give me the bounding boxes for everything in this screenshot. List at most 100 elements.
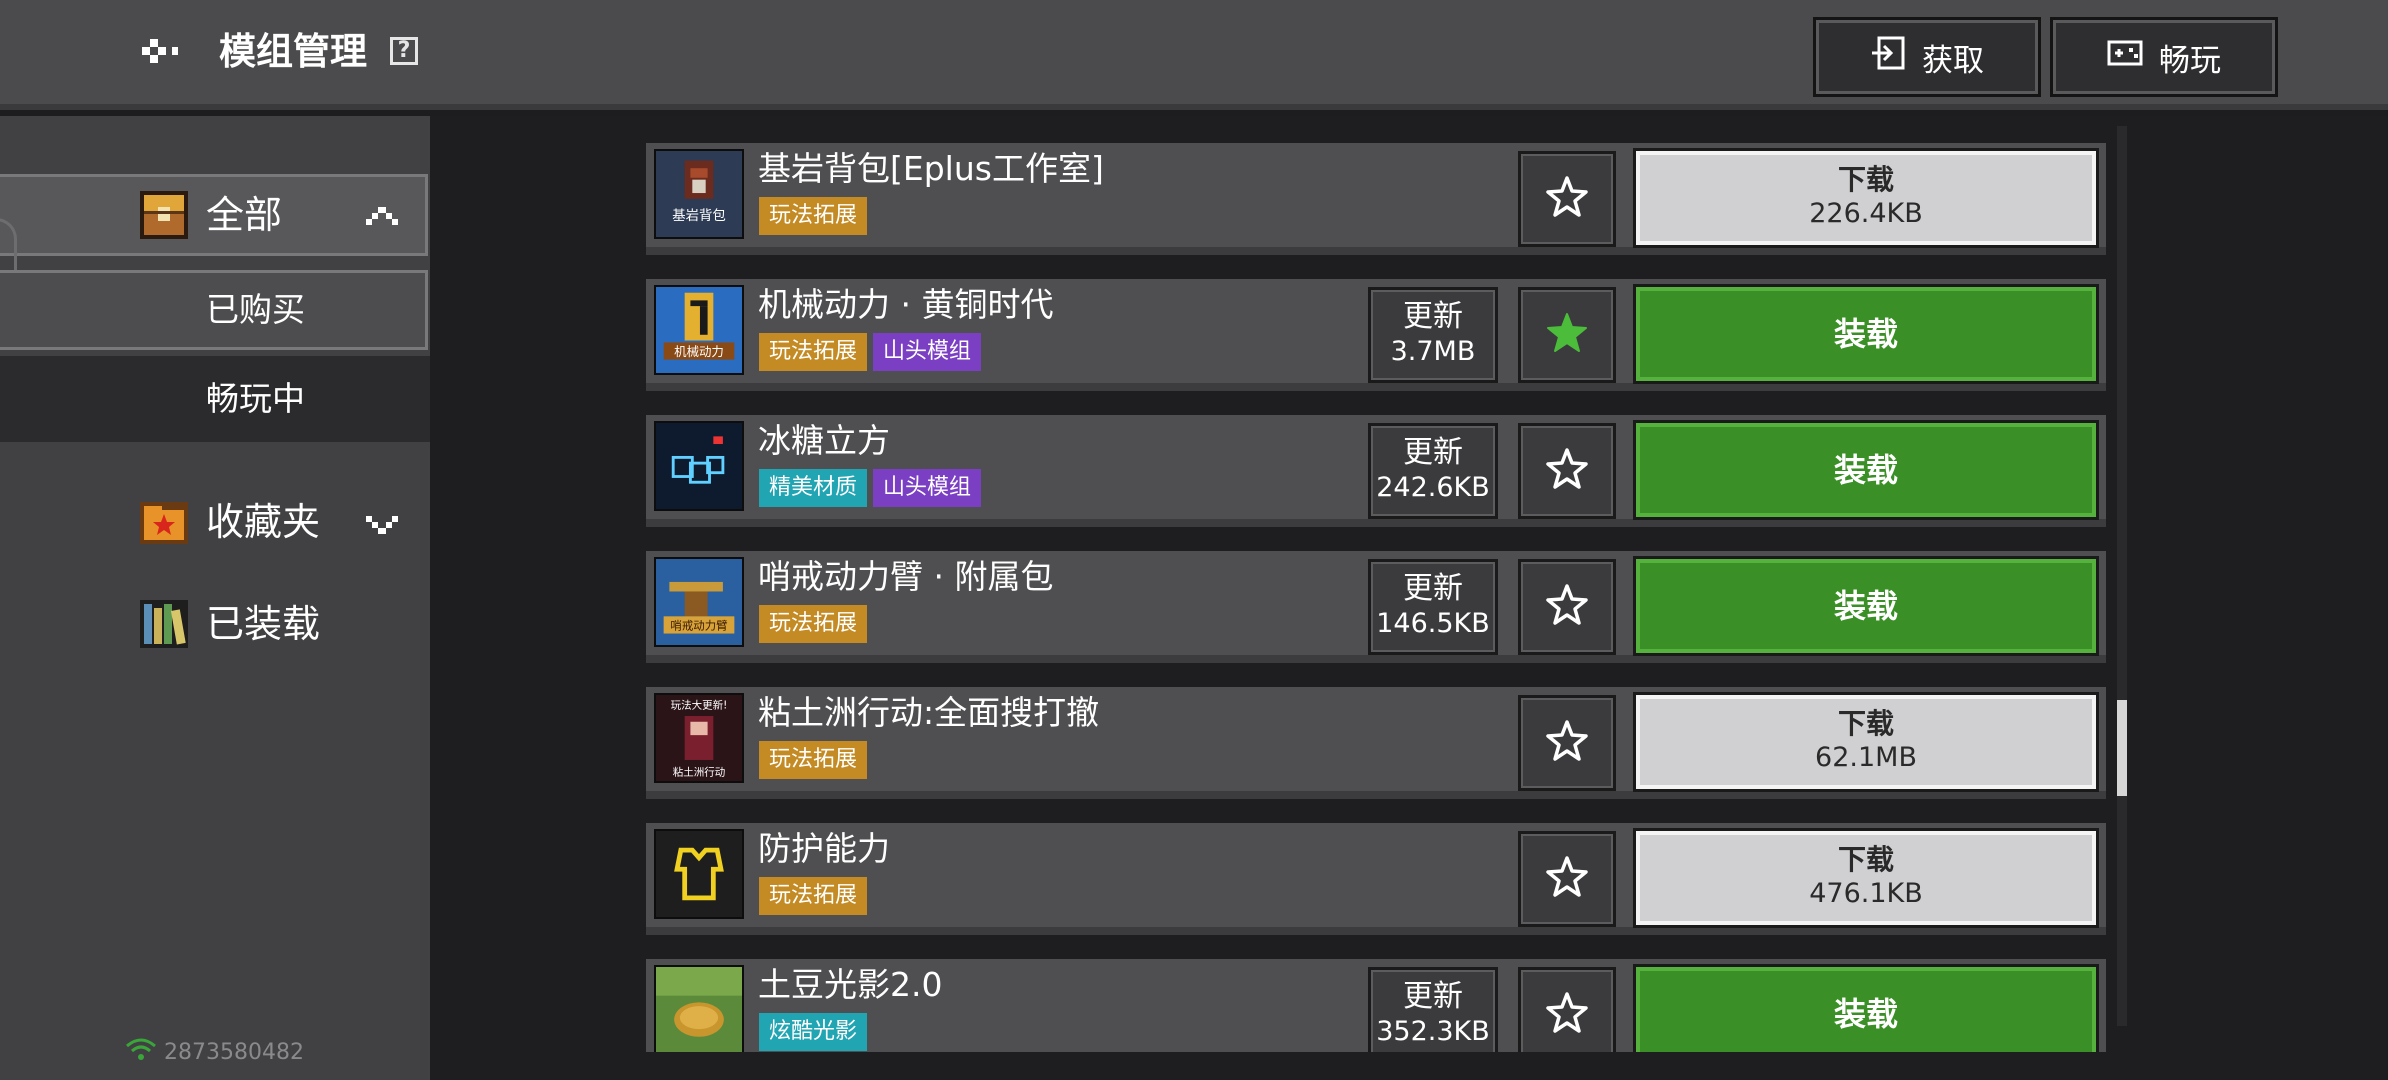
load-label: 装载 — [1833, 995, 1898, 1033]
mod-title: 粘土洲行动:全面搜打撤 — [758, 693, 1100, 732]
tag-list: 精美材质 山头模组 — [759, 469, 982, 507]
mod-row[interactable]: 土豆光影2.0 炫酷光影 更新 352.3KB 装载 — [646, 959, 2106, 1052]
tag: 炫酷光影 — [759, 1013, 868, 1051]
gamepad-icon — [2107, 35, 2143, 79]
favorite-button[interactable] — [1518, 287, 1616, 383]
star-folder-icon — [138, 496, 190, 548]
favorite-button[interactable] — [1518, 695, 1616, 791]
mod-thumbnail — [654, 421, 744, 511]
load-label: 装载 — [1833, 451, 1898, 489]
tag-list: 玩法拓展 — [759, 197, 868, 235]
mod-title: 机械动力 · 黄铜时代 — [758, 285, 1054, 324]
mod-row[interactable]: 哨戒动力臂 哨戒动力臂 · 附属包 玩法拓展 更新 146.5KB 装载 — [646, 551, 2106, 663]
tag: 玩法拓展 — [759, 605, 868, 643]
load-button[interactable]: 装载 — [1636, 559, 2096, 653]
tag-list: 玩法拓展 — [759, 605, 868, 643]
mod-title: 防护能力 — [758, 829, 890, 868]
download-size: 62.1MB — [1815, 742, 1917, 773]
play-button-label: 畅玩 — [2159, 42, 2221, 79]
mod-title: 哨戒动力臂 · 附属包 — [758, 557, 1054, 596]
mod-row[interactable]: 冰糖立方 精美材质 山头模组 更新 242.6KB 装载 — [646, 415, 2106, 527]
mod-thumbnail — [654, 829, 744, 919]
sidebar-item-all[interactable]: 全部 — [0, 174, 428, 256]
star-outline-icon — [1544, 174, 1590, 224]
sidebar-item-purchased-label: 已购买 — [206, 290, 305, 329]
update-size: 242.6KB — [1376, 472, 1490, 503]
tag-list: 炫酷光影 — [759, 1013, 868, 1051]
favorite-button[interactable] — [1518, 831, 1616, 927]
chevron-up-icon — [364, 207, 400, 227]
sidebar-item-playing[interactable]: 畅玩中 — [0, 356, 430, 442]
sidebar-item-favorites[interactable]: 收藏夹 — [0, 482, 430, 562]
favorite-button[interactable] — [1518, 423, 1616, 519]
tag-list: 玩法拓展 山头模组 — [759, 333, 982, 371]
mod-thumbnail: 基岩背包 — [654, 149, 744, 239]
thumb-text: 玩法大更新! — [671, 698, 728, 711]
update-button[interactable]: 更新 3.7MB — [1368, 287, 1498, 383]
star-outline-icon — [1544, 446, 1590, 496]
update-button[interactable]: 更新 242.6KB — [1368, 423, 1498, 519]
page-title: 模组管理 — [219, 30, 367, 73]
download-label: 下载 — [1837, 707, 1894, 740]
download-size: 476.1KB — [1809, 878, 1923, 909]
user-id: 2873580482 — [124, 1036, 304, 1068]
mod-title: 基岩背包[Eplus工作室] — [758, 149, 1104, 188]
tag-list: 玩法拓展 — [759, 877, 868, 915]
tag: 玩法拓展 — [759, 197, 868, 235]
favorite-button[interactable] — [1518, 559, 1616, 655]
favorite-button[interactable] — [1518, 967, 1616, 1052]
thumb-text: 哨戒动力臂 — [670, 619, 727, 633]
sidebar-item-installed-label: 已装载 — [206, 602, 321, 646]
mod-list: 基岩背包 基岩背包[Eplus工作室] 玩法拓展 下载 226.4KB 机械动力… — [646, 116, 2112, 1052]
update-label: 更新 — [1403, 979, 1463, 1014]
import-icon — [1870, 35, 1906, 79]
mod-thumbnail: 玩法大更新! 粘土洲行动 — [654, 693, 744, 783]
download-button[interactable]: 下载 226.4KB — [1636, 151, 2096, 245]
update-size: 3.7MB — [1390, 336, 1476, 367]
get-button[interactable]: 获取 — [1813, 17, 2041, 97]
update-label: 更新 — [1403, 299, 1463, 334]
sidebar-item-installed[interactable]: 已装载 — [0, 584, 430, 664]
sidebar: 全部 已购买 畅玩中 收藏夹 已装载 — [0, 116, 430, 1080]
user-id-text: 2873580482 — [164, 1039, 304, 1065]
tag: 玩法拓展 — [759, 877, 868, 915]
mod-row[interactable]: 防护能力 玩法拓展 下载 476.1KB — [646, 823, 2106, 935]
sidebar-item-favorites-label: 收藏夹 — [206, 500, 321, 544]
sidebar-item-purchased[interactable]: 已购买 — [0, 270, 428, 350]
favorite-button[interactable] — [1518, 151, 1616, 247]
download-label: 下载 — [1837, 843, 1894, 876]
star-outline-icon — [1544, 854, 1590, 904]
download-button[interactable]: 下载 476.1KB — [1636, 831, 2096, 925]
scrollbar-thumb[interactable] — [2117, 700, 2127, 796]
download-size: 226.4KB — [1809, 198, 1923, 229]
load-button[interactable]: 装载 — [1636, 967, 2096, 1052]
play-button[interactable]: 畅玩 — [2050, 17, 2278, 97]
download-button[interactable]: 下载 62.1MB — [1636, 695, 2096, 789]
back-arrow-icon[interactable] — [128, 26, 184, 76]
help-icon[interactable]: ? — [390, 37, 418, 65]
mod-row[interactable]: 基岩背包 基岩背包[Eplus工作室] 玩法拓展 下载 226.4KB — [646, 143, 2106, 255]
thumb-text: 机械动力 — [674, 344, 724, 359]
scrollbar-track[interactable] — [2117, 126, 2127, 1026]
update-button[interactable]: 更新 352.3KB — [1368, 967, 1498, 1052]
load-button[interactable]: 装载 — [1636, 287, 2096, 381]
top-bar: 模组管理 ? 获取 畅玩 — [0, 0, 2388, 110]
mod-title: 冰糖立方 — [758, 421, 890, 460]
update-size: 352.3KB — [1376, 1016, 1490, 1047]
tag: 精美材质 — [759, 469, 868, 507]
star-filled-icon — [1544, 310, 1590, 360]
mod-title: 土豆光影2.0 — [758, 965, 943, 1004]
mod-thumbnail: 机械动力 — [654, 285, 744, 375]
tag: 山头模组 — [873, 469, 982, 507]
update-size: 146.5KB — [1376, 608, 1490, 639]
sidebar-item-playing-label: 畅玩中 — [206, 379, 305, 418]
mod-thumbnail — [654, 965, 744, 1052]
wifi-icon — [124, 1036, 158, 1068]
star-outline-icon — [1544, 718, 1590, 768]
update-button[interactable]: 更新 146.5KB — [1368, 559, 1498, 655]
mod-row[interactable]: 机械动力 机械动力 · 黄铜时代 玩法拓展 山头模组 更新 3.7MB 装载 — [646, 279, 2106, 391]
mod-thumbnail: 哨戒动力臂 — [654, 557, 744, 647]
tag: 玩法拓展 — [759, 333, 868, 371]
mod-row[interactable]: 玩法大更新! 粘土洲行动 粘土洲行动:全面搜打撤 玩法拓展 下载 62.1MB — [646, 687, 2106, 799]
load-button[interactable]: 装载 — [1636, 423, 2096, 517]
